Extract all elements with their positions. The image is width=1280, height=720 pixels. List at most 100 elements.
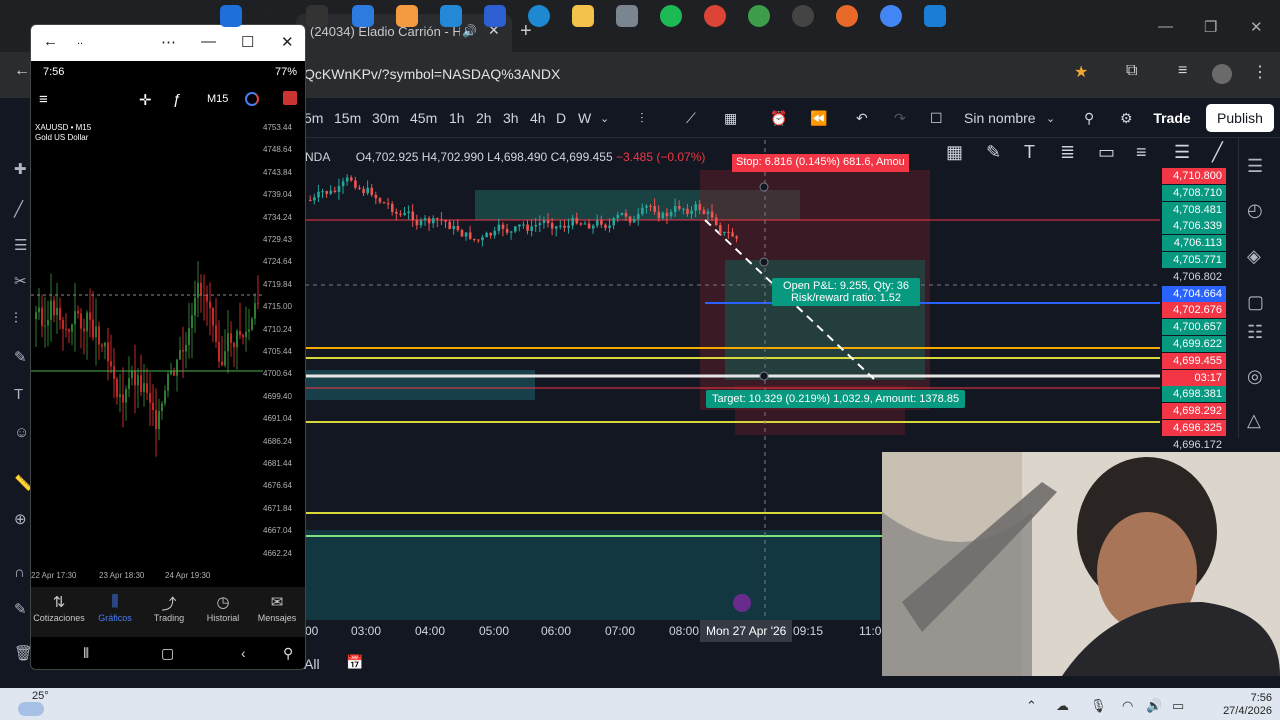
media-control-icon[interactable]: ≡ xyxy=(1178,62,1187,80)
target-handle[interactable] xyxy=(759,371,769,381)
phone-minimize-icon[interactable]: — xyxy=(201,33,216,50)
wifi-icon[interactable]: ◠ xyxy=(1122,698,1133,714)
replay-marker-icon[interactable] xyxy=(733,594,751,612)
symbol-fragment[interactable]: NDA xyxy=(305,150,330,164)
taskbar-clock[interactable]: 7:56 27/4/2026 xyxy=(1196,692,1272,718)
magnet-icon[interactable]: ∩ xyxy=(14,564,25,581)
timeframe-d[interactable]: D xyxy=(556,110,566,126)
timeframe-5m[interactable]: 5m xyxy=(304,110,323,126)
timeframe-dropdown-icon[interactable]: ⌄ xyxy=(600,112,609,125)
nav-history[interactable]: ◷ Historial xyxy=(195,593,251,623)
zoom-icon[interactable]: ⊕ xyxy=(14,510,27,528)
copilot-icon[interactable] xyxy=(396,5,418,27)
chrome-icon-3[interactable] xyxy=(880,5,902,27)
phone-menu-icon[interactable]: ≡ xyxy=(39,91,48,108)
ray-tool-icon[interactable]: ╱ xyxy=(1212,142,1223,163)
rectangle-tool-icon[interactable]: ▭ xyxy=(1098,142,1115,163)
redo-icon[interactable]: ↷ xyxy=(894,110,906,127)
timeframe-15m[interactable]: 15m xyxy=(334,110,361,126)
chrome-icon[interactable] xyxy=(704,5,726,27)
timeframe-1h[interactable]: 1h xyxy=(449,110,465,126)
edge-icon[interactable] xyxy=(528,5,550,27)
trendline-icon[interactable]: ╱ xyxy=(14,200,23,218)
alerts-clock-icon[interactable]: ◴ xyxy=(1247,200,1263,221)
layout-name[interactable]: Sin nombre xyxy=(964,110,1036,126)
phone-back-icon[interactable]: ← xyxy=(43,33,58,50)
lines-tool-icon[interactable]: ☰ xyxy=(1174,142,1190,163)
ideas-icon[interactable]: ☷ xyxy=(1247,322,1263,343)
back-icon[interactable]: ← xyxy=(14,62,30,80)
tray-app-icon[interactable]: ☁ xyxy=(1056,698,1069,714)
search-icon[interactable]: ⚲ xyxy=(264,5,286,27)
timeframe-2h[interactable]: 2h xyxy=(476,110,492,126)
spotify-icon[interactable] xyxy=(660,5,682,27)
trade-button[interactable]: Trade xyxy=(1148,104,1196,132)
publish-button[interactable]: Publish xyxy=(1206,104,1274,132)
profile-avatar[interactable] xyxy=(1212,64,1232,84)
firefox-icon[interactable] xyxy=(836,5,858,27)
indicators-icon[interactable]: ⟋ xyxy=(686,110,696,127)
notifications-icon[interactable]: △ xyxy=(1247,410,1261,431)
phone-objects-icon[interactable] xyxy=(245,92,259,106)
time-axis[interactable]: 00 03:00 04:00 05:00 06:00 07:00 08:00 M… xyxy=(305,620,885,642)
brush-icon[interactable]: ✎ xyxy=(14,348,27,366)
phone-mirror-window[interactable]: ← .. ⋯ — ☐ ✕ 7:56 77% ≡ ✛ ƒ M15 XAUUSD •… xyxy=(30,24,306,670)
file-explorer-icon[interactable] xyxy=(572,5,594,27)
layout-dropdown-icon[interactable]: ⌄ xyxy=(1046,112,1055,125)
extensions-icon[interactable]: ⧉ xyxy=(1126,62,1137,80)
window-close-button[interactable]: ✕ xyxy=(1250,18,1263,36)
obs-icon[interactable] xyxy=(792,5,814,27)
fib-tool-icon[interactable]: ≣ xyxy=(1060,142,1075,163)
nav-charts[interactable]: ⫼ Gráficos xyxy=(87,593,143,623)
watchlist-icon[interactable]: ☰ xyxy=(1247,156,1263,177)
phone-nav-back-icon[interactable]: ‹ xyxy=(241,645,246,661)
replay-icon[interactable]: ⏪ xyxy=(810,110,827,127)
tray-chevron-icon[interactable]: ⌃ xyxy=(1026,698,1037,714)
recents-icon[interactable]: ⦀ xyxy=(83,645,89,662)
calculator-icon[interactable] xyxy=(616,5,638,27)
undo-icon[interactable]: ↶ xyxy=(856,110,868,127)
home-icon[interactable]: ▢ xyxy=(161,645,174,662)
minimize-button[interactable]: — xyxy=(1158,18,1173,35)
timeframe-w[interactable]: W xyxy=(578,110,591,126)
nav-trading[interactable]: ⤴ Trading xyxy=(141,593,197,623)
address-bar[interactable]: QcKWnKPv/?symbol=NASDAQ%3ANDX xyxy=(300,59,1100,91)
app-icon-4[interactable] xyxy=(924,5,946,27)
settings-icon[interactable]: ⚙ xyxy=(1120,110,1133,127)
timeframe-3h[interactable]: 3h xyxy=(503,110,519,126)
weather-icon[interactable] xyxy=(18,702,44,716)
timeframe-45m[interactable]: 45m xyxy=(410,110,437,126)
text-icon[interactable]: T xyxy=(14,386,23,403)
weather-temp[interactable]: 25° xyxy=(32,690,49,702)
phone-close-icon[interactable]: ✕ xyxy=(281,33,294,51)
nav-messages[interactable]: ✉ Mensajes xyxy=(249,593,305,623)
chrome-icon-2[interactable] xyxy=(748,5,770,27)
phone-trade-icon[interactable] xyxy=(283,91,297,105)
phone-maximize-icon[interactable]: ☐ xyxy=(241,33,254,51)
quick-search-icon[interactable]: ⚲ xyxy=(1084,110,1094,127)
chart-type-icon[interactable]: ⫶ xyxy=(640,110,644,127)
volume-icon[interactable]: 🔊 xyxy=(1146,698,1162,714)
phone-chart[interactable]: XAUUSD • M15 Gold US Dollar 4753.44 4748.… xyxy=(31,119,305,583)
chat-icon[interactable]: ▢ xyxy=(1247,292,1264,313)
app-icon-2[interactable] xyxy=(440,5,462,27)
microphone-icon[interactable]: 🎙 xyxy=(1090,698,1107,714)
date-range-icon[interactable]: 📅 xyxy=(346,654,363,671)
entry-handle[interactable] xyxy=(759,257,769,267)
range-all-button[interactable]: All xyxy=(304,656,320,672)
accessibility-icon[interactable]: ⚲ xyxy=(283,645,293,662)
pen-tool-icon[interactable]: ✎ xyxy=(986,142,1001,163)
layout-checkbox-icon[interactable]: ☐ xyxy=(930,110,943,127)
audio-icon[interactable]: 🔊 xyxy=(462,24,477,38)
crosshair-icon[interactable]: ✚ xyxy=(14,160,27,178)
signal-icon[interactable]: ◎ xyxy=(1247,366,1263,387)
start-icon[interactable] xyxy=(220,5,242,27)
pattern-icon[interactable]: ✂ xyxy=(14,272,27,290)
timeframe-30m[interactable]: 30m xyxy=(372,110,399,126)
restore-button[interactable]: ❐ xyxy=(1204,18,1217,36)
forecast-icon[interactable]: ⫶ xyxy=(14,310,18,327)
stop-handle[interactable] xyxy=(759,182,769,192)
phone-crosshair-icon[interactable]: ✛ xyxy=(139,91,152,109)
emoji-icon[interactable]: ☺ xyxy=(14,424,29,441)
app-icon[interactable] xyxy=(352,5,374,27)
